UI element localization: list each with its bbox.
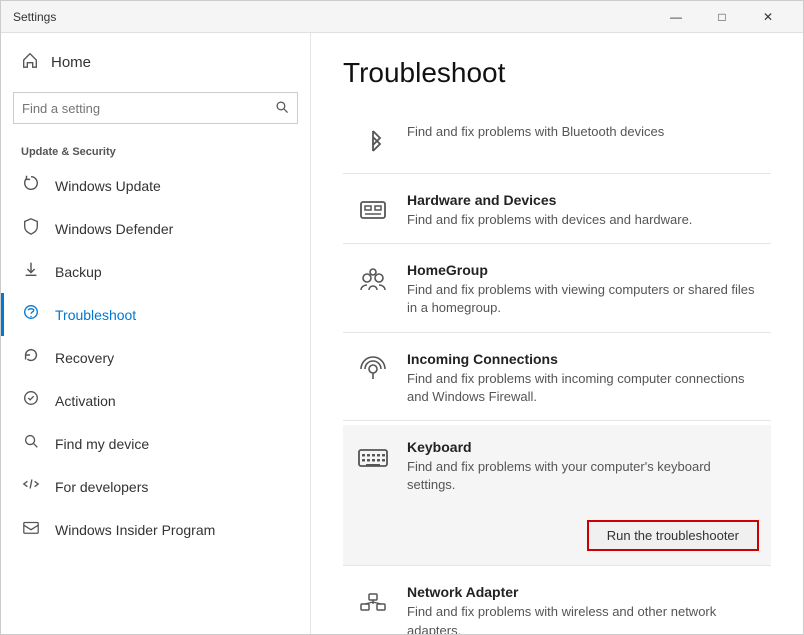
window-title: Settings: [13, 10, 653, 24]
nav-label-windows-defender: Windows Defender: [55, 221, 173, 237]
nav-label-for-developers: For developers: [55, 479, 148, 495]
list-item[interactable]: Find and fix problems with Bluetooth dev…: [343, 109, 771, 173]
connections-icon: [355, 351, 391, 387]
settings-window: Settings — □ ✕ Home: [0, 0, 804, 635]
recovery-icon: [21, 346, 41, 369]
search-box[interactable]: [13, 92, 298, 124]
content-area: Home Update & Security: [1, 33, 803, 634]
developers-icon: [21, 475, 41, 498]
divider: [343, 565, 771, 566]
update-icon: [21, 174, 41, 197]
sidebar-item-find-my-device[interactable]: Find my device: [1, 422, 310, 465]
nav-label-troubleshoot: Troubleshoot: [55, 307, 136, 323]
network-icon: [355, 584, 391, 620]
find-icon: [21, 432, 41, 455]
nav-label-windows-update: Windows Update: [55, 178, 161, 194]
page-title: Troubleshoot: [343, 57, 771, 89]
minimize-button[interactable]: —: [653, 1, 699, 33]
sidebar-item-backup[interactable]: Backup: [1, 250, 310, 293]
sidebar-item-home[interactable]: Home: [1, 33, 310, 92]
network-desc: Find and fix problems with wireless and …: [407, 603, 759, 634]
sidebar-item-windows-update[interactable]: Windows Update: [1, 164, 310, 207]
nav-label-windows-insider: Windows Insider Program: [55, 522, 215, 538]
list-item[interactable]: Hardware and Devices Find and fix proble…: [343, 178, 771, 243]
sidebar-item-activation[interactable]: Activation: [1, 379, 310, 422]
bluetooth-icon: [355, 123, 391, 159]
insider-icon: [21, 518, 41, 541]
sidebar-item-windows-insider[interactable]: Windows Insider Program: [1, 508, 310, 551]
divider: [343, 243, 771, 244]
maximize-button[interactable]: □: [699, 1, 745, 33]
connections-name: Incoming Connections: [407, 351, 759, 367]
sidebar-item-troubleshoot[interactable]: Troubleshoot: [1, 293, 310, 336]
run-btn-container: Run the troubleshooter: [355, 520, 759, 551]
section-label: Update & Security: [1, 136, 310, 164]
list-item[interactable]: Network Adapter Find and fix problems wi…: [343, 570, 771, 634]
homegroup-icon: [355, 262, 391, 298]
sidebar-item-recovery[interactable]: Recovery: [1, 336, 310, 379]
sidebar-item-for-developers[interactable]: For developers: [1, 465, 310, 508]
home-label: Home: [51, 54, 91, 71]
homegroup-desc: Find and fix problems with viewing compu…: [407, 281, 759, 317]
search-input[interactable]: [22, 101, 275, 116]
divider: [343, 420, 771, 421]
troubleshoot-icon: [21, 303, 41, 326]
nav-label-recovery: Recovery: [55, 350, 114, 366]
nav-label-activation: Activation: [55, 393, 116, 409]
close-button[interactable]: ✕: [745, 1, 791, 33]
titlebar: Settings — □ ✕: [1, 1, 803, 33]
list-item[interactable]: Incoming Connections Find and fix proble…: [343, 337, 771, 420]
list-item[interactable]: HomeGroup Find and fix problems with vie…: [343, 248, 771, 331]
shield-icon: [21, 217, 41, 240]
hardware-desc: Find and fix problems with devices and h…: [407, 211, 759, 229]
divider: [343, 173, 771, 174]
network-name: Network Adapter: [407, 584, 759, 600]
divider: [343, 332, 771, 333]
home-icon: [21, 51, 39, 74]
hardware-name: Hardware and Devices: [407, 192, 759, 208]
nav-label-backup: Backup: [55, 264, 102, 280]
run-troubleshooter-button[interactable]: Run the troubleshooter: [587, 520, 759, 551]
backup-icon: [21, 260, 41, 283]
hardware-icon: [355, 192, 391, 228]
bluetooth-desc: Find and fix problems with Bluetooth dev…: [407, 123, 759, 141]
keyboard-desc: Find and fix problems with your computer…: [407, 458, 759, 494]
keyboard-name: Keyboard: [407, 439, 759, 455]
sidebar: Home Update & Security: [1, 33, 311, 634]
keyboard-item[interactable]: Keyboard Find and fix problems with your…: [343, 425, 771, 565]
nav-label-find-my-device: Find my device: [55, 436, 149, 452]
window-controls: — □ ✕: [653, 1, 791, 33]
activation-icon: [21, 389, 41, 412]
search-icon: [275, 100, 289, 117]
sidebar-item-windows-defender[interactable]: Windows Defender: [1, 207, 310, 250]
connections-desc: Find and fix problems with incoming comp…: [407, 370, 759, 406]
keyboard-icon: [355, 439, 391, 475]
homegroup-name: HomeGroup: [407, 262, 759, 278]
main-panel: Troubleshoot Find and fix problems with …: [311, 33, 803, 634]
